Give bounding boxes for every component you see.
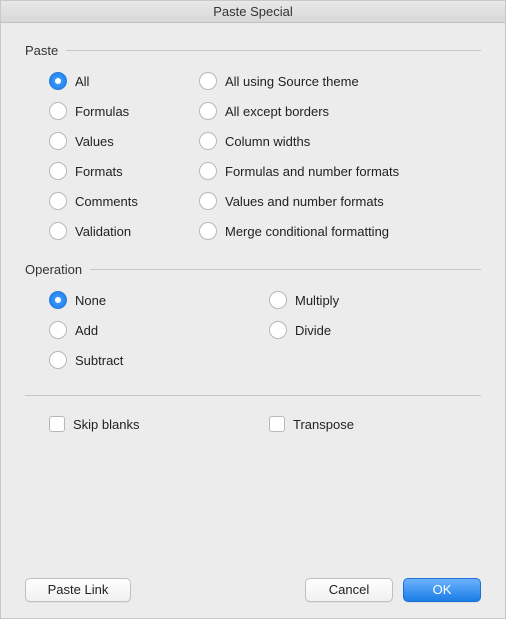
radio-icon	[199, 222, 217, 240]
paste-special-dialog: Paste Special Paste All All using Source…	[0, 0, 506, 619]
radio-label: Comments	[75, 194, 138, 209]
radio-label: Multiply	[295, 293, 339, 308]
operation-section-header: Operation	[25, 262, 481, 277]
paste-section-header: Paste	[25, 43, 481, 58]
checkbox-row: Skip blanks Transpose	[49, 416, 481, 432]
radio-label: Add	[75, 323, 98, 338]
paste-option-column-widths[interactable]: Column widths	[199, 132, 481, 150]
radio-label: Formats	[75, 164, 123, 179]
radio-label: Divide	[295, 323, 331, 338]
ok-button[interactable]: OK	[403, 578, 481, 602]
radio-icon	[49, 291, 67, 309]
paste-option-merge-conditional[interactable]: Merge conditional formatting	[199, 222, 481, 240]
radio-icon	[269, 321, 287, 339]
radio-label: All except borders	[225, 104, 329, 119]
radio-icon	[199, 162, 217, 180]
radio-icon	[199, 72, 217, 90]
divider-line	[66, 50, 481, 51]
operation-option-none[interactable]: None	[49, 291, 269, 309]
paste-section-label: Paste	[25, 43, 58, 58]
paste-option-values[interactable]: Values	[49, 132, 199, 150]
checkbox-icon	[269, 416, 285, 432]
radio-label: Formulas	[75, 104, 129, 119]
radio-icon	[49, 132, 67, 150]
radio-icon	[49, 222, 67, 240]
operation-section-label: Operation	[25, 262, 82, 277]
checkbox-label: Transpose	[293, 417, 354, 432]
paste-option-values-number-formats[interactable]: Values and number formats	[199, 192, 481, 210]
paste-option-all-except-borders[interactable]: All except borders	[199, 102, 481, 120]
radio-label: Values and number formats	[225, 194, 384, 209]
radio-label: Column widths	[225, 134, 310, 149]
cancel-button[interactable]: Cancel	[305, 578, 393, 602]
paste-options-grid: All All using Source theme Formulas All …	[49, 72, 481, 240]
radio-icon	[49, 351, 67, 369]
paste-option-validation[interactable]: Validation	[49, 222, 199, 240]
checkbox-label: Skip blanks	[73, 417, 139, 432]
radio-label: Validation	[75, 224, 131, 239]
paste-option-all[interactable]: All	[49, 72, 199, 90]
radio-label: None	[75, 293, 106, 308]
radio-icon	[49, 102, 67, 120]
radio-icon	[49, 192, 67, 210]
radio-icon	[49, 162, 67, 180]
checkbox-skip-blanks[interactable]: Skip blanks	[49, 416, 269, 432]
paste-link-button[interactable]: Paste Link	[25, 578, 131, 602]
radio-label: Formulas and number formats	[225, 164, 399, 179]
dialog-title: Paste Special	[1, 1, 505, 23]
divider-line	[90, 269, 481, 270]
checkbox-transpose[interactable]: Transpose	[269, 416, 354, 432]
checkbox-icon	[49, 416, 65, 432]
paste-option-comments[interactable]: Comments	[49, 192, 199, 210]
paste-option-formats[interactable]: Formats	[49, 162, 199, 180]
radio-icon	[269, 291, 287, 309]
divider-line	[25, 395, 481, 396]
radio-label: Values	[75, 134, 114, 149]
paste-option-formulas-number-formats[interactable]: Formulas and number formats	[199, 162, 481, 180]
dialog-content: Paste All All using Source theme Formula…	[1, 23, 505, 618]
radio-label: Merge conditional formatting	[225, 224, 389, 239]
operation-option-multiply[interactable]: Multiply	[269, 291, 481, 309]
button-row: Paste Link Cancel OK	[25, 578, 481, 602]
radio-label: All using Source theme	[225, 74, 359, 89]
radio-label: Subtract	[75, 353, 123, 368]
operation-option-divide[interactable]: Divide	[269, 321, 481, 339]
operation-option-subtract[interactable]: Subtract	[49, 351, 269, 369]
radio-icon	[49, 72, 67, 90]
radio-label: All	[75, 74, 89, 89]
paste-option-all-source-theme[interactable]: All using Source theme	[199, 72, 481, 90]
operation-options-grid: None Multiply Add Divide Subtract	[49, 291, 481, 369]
radio-icon	[49, 321, 67, 339]
radio-icon	[199, 132, 217, 150]
radio-icon	[199, 192, 217, 210]
radio-icon	[199, 102, 217, 120]
paste-option-formulas[interactable]: Formulas	[49, 102, 199, 120]
operation-option-add[interactable]: Add	[49, 321, 269, 339]
